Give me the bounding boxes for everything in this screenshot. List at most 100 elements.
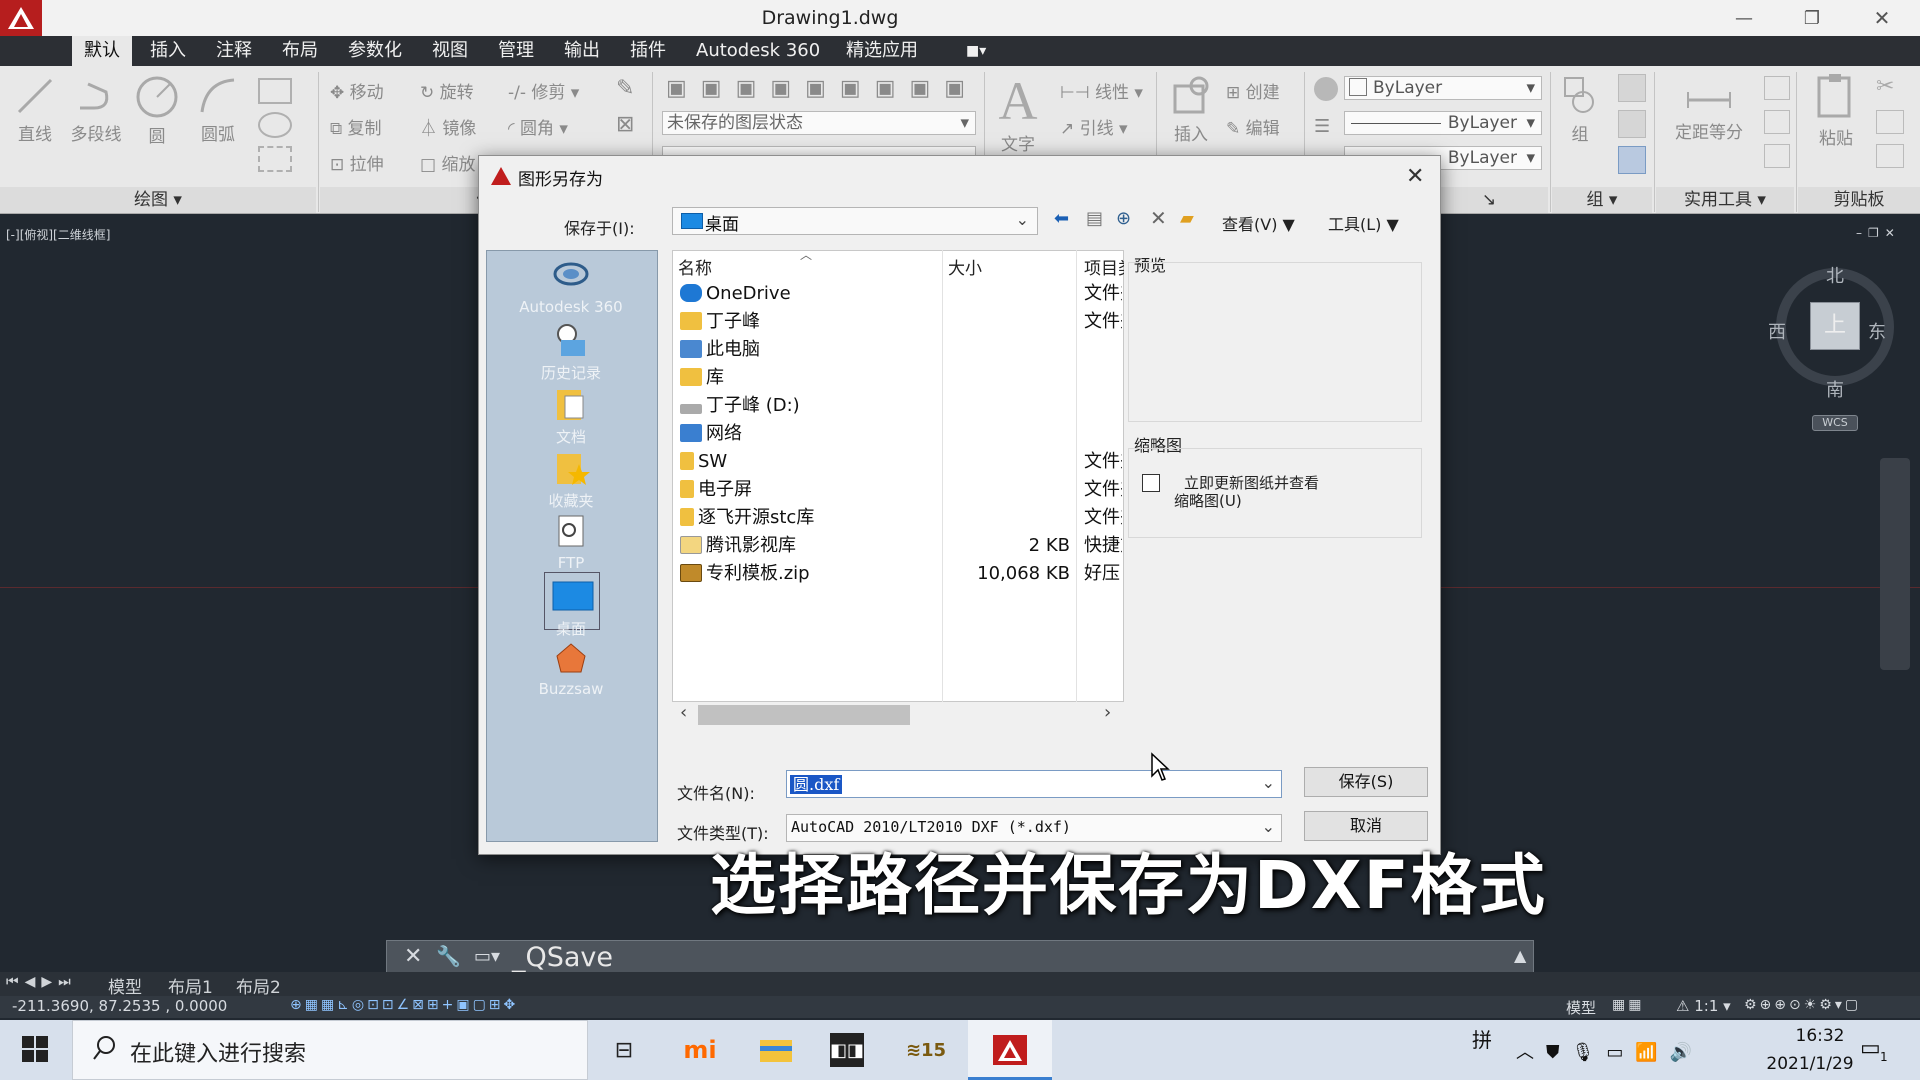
- wcs-menu[interactable]: WCS: [1812, 415, 1858, 431]
- stretch-tool[interactable]: ⊡ 拉伸: [330, 150, 384, 175]
- status-settings-icons[interactable]: ⚙⊕⊕⊙☀⚙▾▢: [1744, 997, 1861, 1013]
- file-explorer-icon[interactable]: [756, 1030, 796, 1070]
- list-item[interactable]: 逐飞开源stc库: [680, 504, 814, 532]
- tab-manage[interactable]: 管理: [498, 36, 534, 66]
- draw-small-tools[interactable]: [254, 78, 298, 198]
- group-edit-icon[interactable]: [1618, 110, 1646, 138]
- view-menu[interactable]: 查看(V) ▼: [1222, 211, 1295, 235]
- list-item[interactable]: 丁子峰 (D:): [680, 392, 800, 420]
- draw-panel-label[interactable]: 绘图 ▾: [0, 187, 316, 213]
- insert-block-tool[interactable]: 插入: [1166, 74, 1216, 145]
- layer-tools-icons[interactable]: ▣▣▣▣▣▣▣▣▣: [666, 76, 979, 101]
- divide-tool[interactable]: 定距等分: [1666, 80, 1752, 143]
- tab-annotate[interactable]: 注释: [216, 36, 252, 66]
- tab-insert[interactable]: 插入: [150, 36, 186, 66]
- restore-button[interactable]: ❐: [1782, 0, 1842, 36]
- linear-dimension-tool[interactable]: ⊢⊣ 线性 ▾: [1060, 78, 1143, 103]
- filename-value[interactable]: 圆.dxf: [790, 775, 843, 794]
- tab-layout[interactable]: 布局: [282, 36, 318, 66]
- copy-tool[interactable]: ⧉ 复制: [330, 114, 382, 139]
- tab-parametric[interactable]: 参数化: [348, 36, 402, 66]
- close-button[interactable]: ✕: [1852, 0, 1912, 36]
- compass-south[interactable]: 南: [1826, 376, 1844, 402]
- windows-start-icon[interactable]: [22, 1036, 48, 1066]
- list-item[interactable]: OneDrive: [680, 280, 791, 308]
- place-ftp[interactable]: FTP: [496, 514, 646, 572]
- list-item[interactable]: 网络: [680, 420, 742, 448]
- column-header-name[interactable]: 名称: [678, 254, 712, 279]
- scrollbar-thumb[interactable]: [698, 705, 910, 725]
- system-tray-icons[interactable]: ︿⛊🎙▭📶🔊: [1516, 1038, 1704, 1064]
- camera-dropdown-icon[interactable]: ■▾: [966, 36, 986, 66]
- groups-panel-label[interactable]: 组 ▾: [1552, 187, 1652, 213]
- layout-nav-icons[interactable]: ⏮◀▶⏭: [6, 974, 77, 990]
- tab-default[interactable]: 默认: [72, 36, 132, 66]
- viewport-window-controls[interactable]: –❐✕: [1856, 226, 1901, 240]
- compass-west[interactable]: 西: [1768, 318, 1786, 344]
- clipboard-panel-label[interactable]: 剪贴板: [1798, 187, 1920, 213]
- trim-tool[interactable]: -/- 修剪 ▾: [508, 78, 579, 103]
- tab-layout1[interactable]: 布局1: [168, 973, 213, 998]
- up-folder-icon[interactable]: ▤: [1086, 208, 1103, 229]
- utility-small-icons[interactable]: [1764, 76, 1790, 176]
- tab-autodesk-360[interactable]: Autodesk 360: [696, 36, 820, 66]
- list-item[interactable]: 专利模板.zip: [680, 560, 810, 588]
- place-buzzsaw[interactable]: Buzzsaw: [496, 640, 646, 698]
- command-prompt-icon[interactable]: ▭▾: [474, 946, 500, 967]
- filename-input[interactable]: ⌄: [786, 770, 1282, 798]
- erase-tool[interactable]: ✎: [616, 76, 634, 101]
- color-dropdown[interactable]: ByLayer ▾: [1344, 76, 1542, 100]
- place-documents[interactable]: 文档: [496, 386, 646, 447]
- create-block-tool[interactable]: ⊞ 创建: [1226, 78, 1280, 103]
- update-thumbnail-checkbox[interactable]: [1142, 474, 1160, 492]
- match-properties-icon[interactable]: [1314, 77, 1338, 101]
- line-tool[interactable]: 直线: [12, 74, 58, 145]
- mirror-tool[interactable]: ⏃ 镜像: [420, 114, 476, 139]
- arc-tool[interactable]: 圆弧: [192, 74, 244, 145]
- annotation-scale[interactable]: ⚠ 1:1 ▾: [1676, 997, 1731, 1015]
- utilities-panel-label[interactable]: 实用工具 ▾: [1656, 187, 1794, 213]
- group-select-icon[interactable]: [1618, 146, 1646, 174]
- status-layout-icons[interactable]: ▦▦: [1612, 997, 1644, 1013]
- search-web-icon[interactable]: ⊕: [1116, 208, 1131, 229]
- back-icon[interactable]: ⬅: [1054, 208, 1069, 229]
- scroll-right-icon[interactable]: ›: [1104, 702, 1111, 723]
- place-favorites[interactable]: 收藏夹: [496, 450, 646, 511]
- tab-view[interactable]: 视图: [432, 36, 468, 66]
- list-item[interactable]: 丁子峰: [680, 308, 760, 336]
- chevron-down-icon[interactable]: ⌄: [1262, 773, 1275, 792]
- text-tool[interactable]: A 文字: [994, 72, 1042, 155]
- viewport-controls[interactable]: [-][俯视][二维线框]: [6, 226, 110, 243]
- minimize-button[interactable]: —: [1714, 0, 1774, 36]
- close-command-icon[interactable]: ✕: [404, 944, 422, 969]
- viewcube-top[interactable]: 上: [1810, 302, 1860, 350]
- task-view-icon[interactable]: ⊟: [604, 1030, 644, 1070]
- leader-tool[interactable]: ↗ 引线 ▾: [1060, 114, 1128, 139]
- drafting-toggle-icons[interactable]: ⊕▦▦⊾◎⊡⊡∠⊠⊞+▣▢⊞✥: [290, 997, 518, 1013]
- notification-icon[interactable]: ▭: [1860, 1036, 1881, 1061]
- dolby-icon[interactable]: ◧◨: [830, 1033, 864, 1067]
- model-space-toggle[interactable]: 模型: [1566, 997, 1596, 1018]
- mi-app-icon[interactable]: mi: [680, 1030, 720, 1070]
- wrench-icon[interactable]: 🔧: [436, 944, 461, 968]
- properties-panel-arrow[interactable]: ↘: [1430, 187, 1548, 213]
- list-item[interactable]: SW: [680, 448, 727, 476]
- rotate-tool[interactable]: ↻ 旋转: [420, 78, 474, 103]
- tab-layout2[interactable]: 布局2: [236, 973, 281, 998]
- list-item[interactable]: 腾讯影视库: [680, 532, 796, 560]
- tools-menu[interactable]: 工具(L) ▼: [1328, 211, 1399, 235]
- lineweight-dropdown[interactable]: ByLayer ▾: [1344, 111, 1542, 135]
- solidworks-app-icon[interactable]: ≋15: [906, 1030, 946, 1070]
- circle-tool[interactable]: 圆: [134, 74, 180, 147]
- tab-output[interactable]: 输出: [564, 36, 600, 66]
- tab-plugins[interactable]: 插件: [630, 36, 666, 66]
- ime-indicator[interactable]: 拼: [1472, 1024, 1492, 1053]
- command-history-icon[interactable]: ▲: [1514, 946, 1526, 965]
- list-item[interactable]: 此电脑: [680, 336, 760, 364]
- list-item[interactable]: 库: [680, 364, 724, 392]
- move-tool[interactable]: ✥ 移动: [330, 78, 384, 103]
- layer-state-dropdown[interactable]: 未保存的图层状态 ▾: [662, 111, 976, 135]
- scale-tool[interactable]: □ 缩放: [420, 150, 475, 175]
- clock-date[interactable]: 2021/1/29: [1740, 1054, 1880, 1074]
- compass-east[interactable]: 东: [1868, 318, 1886, 344]
